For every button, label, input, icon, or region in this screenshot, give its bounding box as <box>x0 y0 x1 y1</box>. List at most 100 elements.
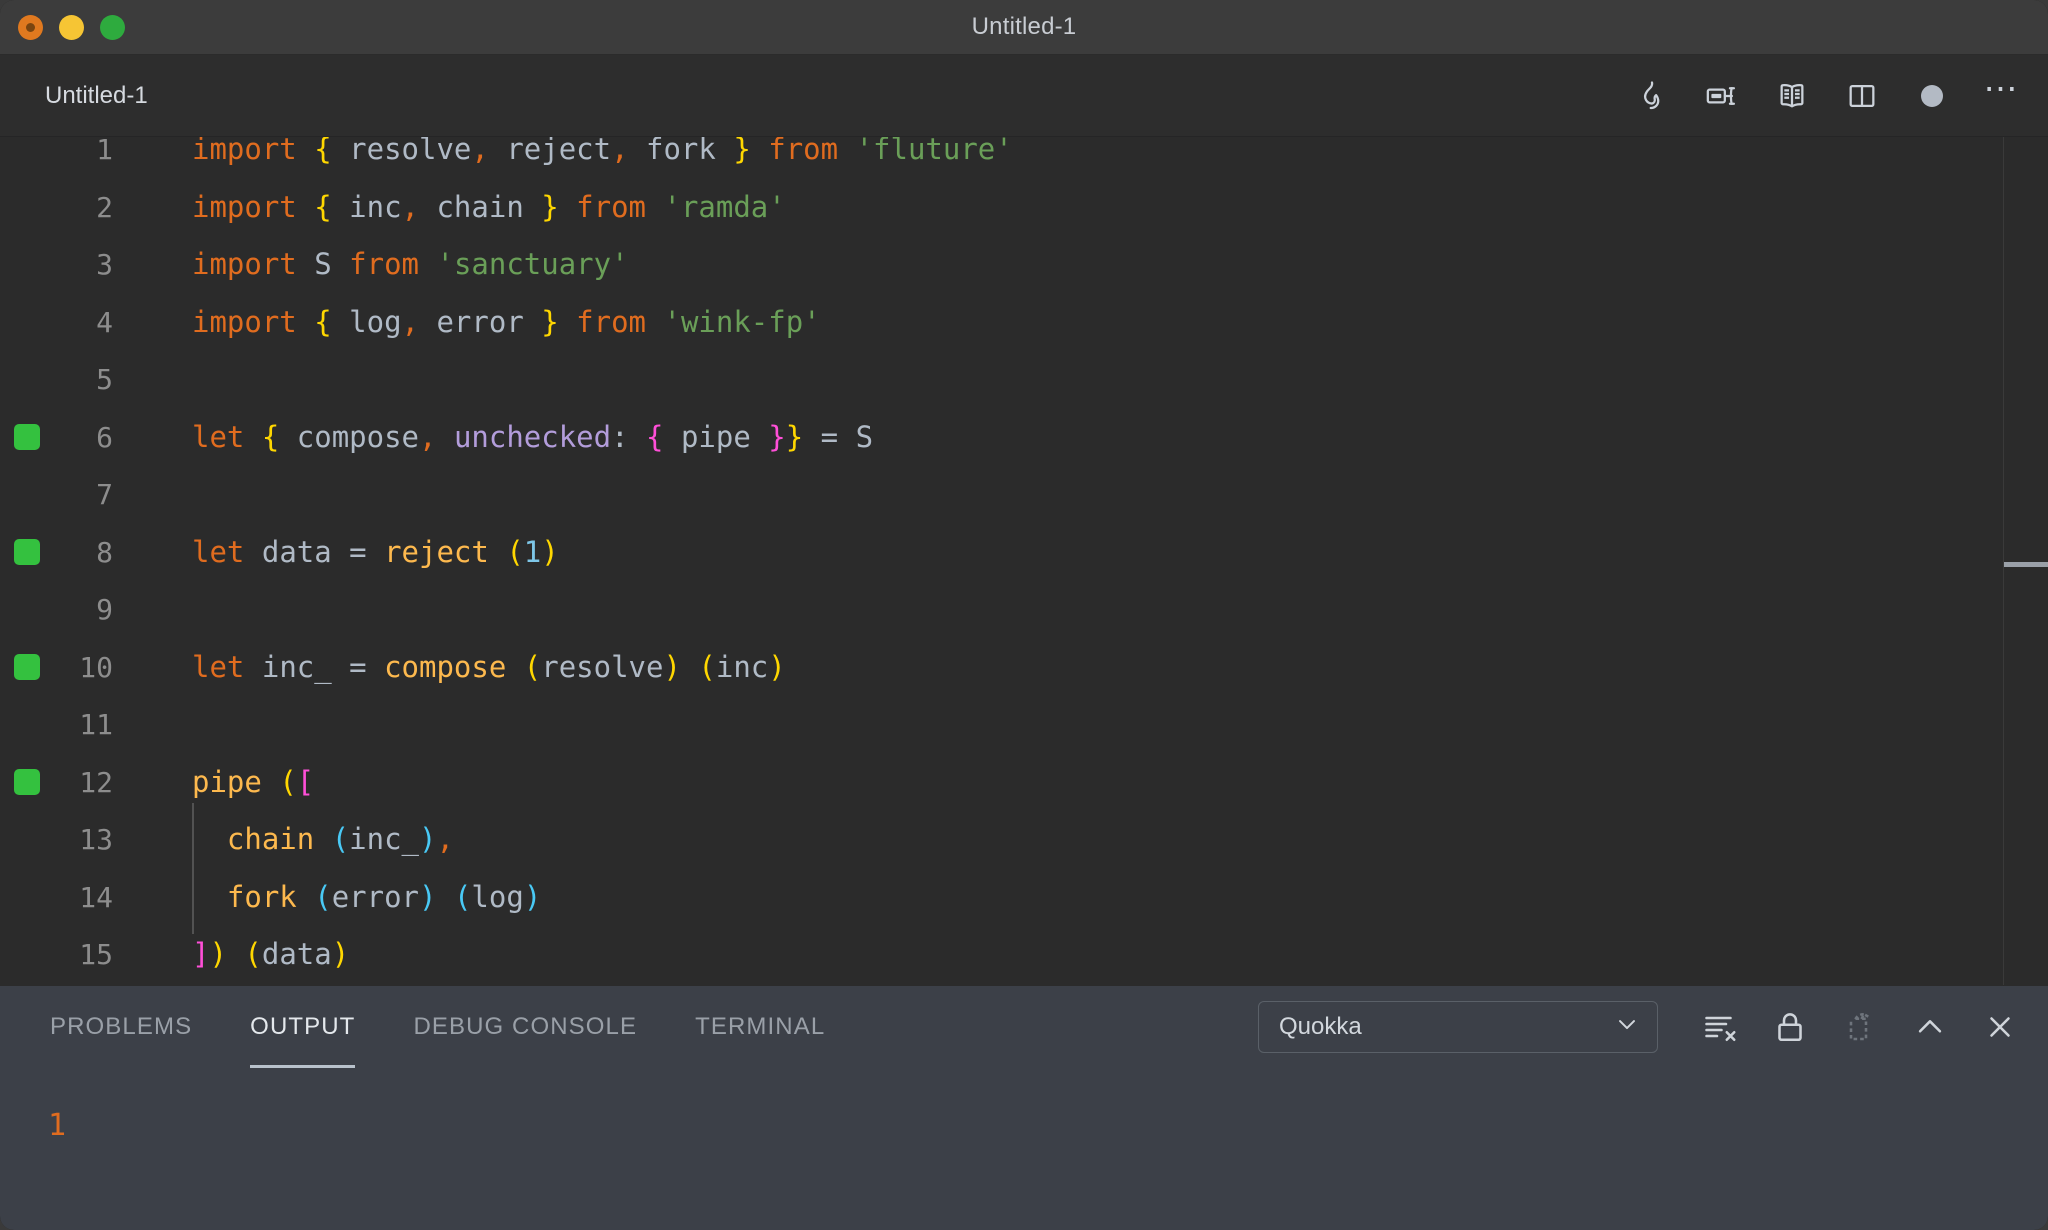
line-number: 9 <box>96 593 113 626</box>
code-line[interactable]: 8 let data = reject (1) <box>0 524 2048 582</box>
code-line[interactable]: 7 <box>0 466 2048 524</box>
code-token: import <box>192 189 297 224</box>
code-line-text: ]) (data) <box>130 926 349 984</box>
code-token: from <box>349 247 420 281</box>
open-in-editor-icon[interactable] <box>1838 1005 1882 1049</box>
code-token: ) <box>663 649 681 684</box>
code-token: data <box>261 937 332 971</box>
code-line-text: let data = reject (1) <box>130 524 559 582</box>
split-editor-icon[interactable] <box>1842 76 1882 116</box>
code-editor[interactable]: 1 import { resolve, reject, fork } from '… <box>0 137 2048 985</box>
code-token: 'wink-fp' <box>663 304 821 339</box>
clear-output-icon[interactable] <box>1698 1005 1742 1049</box>
code-token: = <box>803 419 856 454</box>
more-actions-glyph: ⋯ <box>1983 69 2021 108</box>
minimize-window-button[interactable] <box>59 14 84 40</box>
code-token: { <box>261 419 280 454</box>
code-token: ( <box>314 879 332 914</box>
editor-area[interactable]: 1 import { resolve, reject, fork } from '… <box>0 137 2048 985</box>
code-token: ( <box>698 649 716 684</box>
code-line[interactable]: 12 pipe ([ <box>0 754 2048 812</box>
line-number: 2 <box>96 190 113 224</box>
code-token: , <box>401 189 420 224</box>
code-token: let <box>192 534 245 569</box>
code-token: } <box>785 419 804 454</box>
line-number: 3 <box>96 248 113 281</box>
line-number: 7 <box>96 478 113 511</box>
code-token: error <box>331 879 420 914</box>
panel-header: PROBLEMS OUTPUT DEBUG CONSOLE TERMINAL Q… <box>0 986 2048 1068</box>
code-token: { <box>314 189 332 224</box>
code-token: } <box>541 189 559 224</box>
line-number: 13 <box>79 823 113 856</box>
code-token: ) <box>541 534 559 569</box>
code-token: ( <box>453 879 472 914</box>
tab-output[interactable]: OUTPUT <box>250 986 356 1068</box>
code-line[interactable]: 3 import S from 'sanctuary' <box>0 236 2048 294</box>
code-token: { <box>646 419 664 454</box>
code-line-text: let { compose, unchecked: { pipe }} = S <box>130 409 873 467</box>
code-line[interactable]: 13 chain (inc_), <box>0 811 2048 869</box>
code-line[interactable]: 1 import { resolve, reject, fork } from '… <box>0 137 2048 179</box>
output-content[interactable]: 1 <box>0 1068 2048 1230</box>
output-channel-value: Quokka <box>1279 1013 1362 1040</box>
code-token: , <box>419 419 437 454</box>
editor-actions: ⋯ <box>1632 55 2022 136</box>
code-line[interactable]: 11 <box>0 696 2048 754</box>
code-token: [ <box>296 764 315 799</box>
line-number: 15 <box>79 938 113 971</box>
code-line[interactable]: 6 let { compose, unchecked: { pipe }} = S <box>0 409 2048 467</box>
code-token: = <box>331 534 385 569</box>
code-line[interactable]: 14 fork (error) (log) <box>0 869 2048 927</box>
code-token: compose <box>384 649 507 684</box>
code-line-text: pipe ([ <box>130 754 314 812</box>
line-number: 1 <box>96 137 113 166</box>
code-token: unchecked <box>453 419 612 454</box>
open-preview-icon[interactable] <box>1772 76 1812 116</box>
code-token: = <box>331 649 385 684</box>
tab-terminal[interactable]: TERMINAL <box>695 986 825 1068</box>
unsaved-dot-icon[interactable] <box>1912 76 1952 116</box>
more-actions-icon[interactable]: ⋯ <box>1982 69 2022 116</box>
close-panel-icon[interactable] <box>1978 1005 2022 1049</box>
maximize-panel-icon[interactable] <box>1908 1005 1952 1049</box>
code-line-text: import S from 'sanctuary' <box>130 236 629 294</box>
run-compare-icon[interactable] <box>1702 76 1742 116</box>
code-token: { <box>314 304 332 339</box>
code-line[interactable]: 10 let inc_ = compose (resolve) (inc) <box>0 639 2048 697</box>
code-line-text: import { inc, chain } from 'ramda' <box>130 179 786 237</box>
code-line[interactable]: 2 import { inc, chain } from 'ramda' <box>0 179 2048 237</box>
code-token: , <box>401 304 420 339</box>
code-token: 'fluture' <box>855 137 1013 166</box>
quokka-flame-icon[interactable] <box>1632 76 1672 116</box>
code-token: log <box>331 304 402 339</box>
code-line-text: let inc_ = compose (resolve) (inc) <box>130 639 786 697</box>
window-title: Untitled-1 <box>971 13 1077 40</box>
code-token: error <box>419 304 542 339</box>
code-line[interactable]: 9 <box>0 581 2048 639</box>
output-channel-select[interactable]: Quokka <box>1258 1001 1658 1053</box>
tab-debug-console[interactable]: DEBUG CONSOLE <box>413 986 637 1068</box>
code-line[interactable]: 5 <box>0 351 2048 409</box>
code-token: S <box>314 247 332 281</box>
code-token: from <box>768 137 839 166</box>
tab-problems[interactable]: PROBLEMS <box>50 986 192 1068</box>
code-token: data <box>261 534 332 569</box>
close-window-button[interactable] <box>18 14 43 40</box>
code-token: inc_ <box>261 649 332 684</box>
code-line[interactable]: 15 ]) (data) <box>0 926 2048 984</box>
vscode-window: Untitled-1 Untitled-1 ⋯ 1 import {resol… <box>0 0 2048 1230</box>
tab-untitled-1[interactable]: Untitled-1 <box>0 55 182 136</box>
lock-scroll-icon[interactable] <box>1768 1005 1812 1049</box>
maximize-window-button[interactable] <box>100 14 125 40</box>
code-line[interactable]: 4 import { log, error } from 'wink-fp' <box>0 294 2048 352</box>
